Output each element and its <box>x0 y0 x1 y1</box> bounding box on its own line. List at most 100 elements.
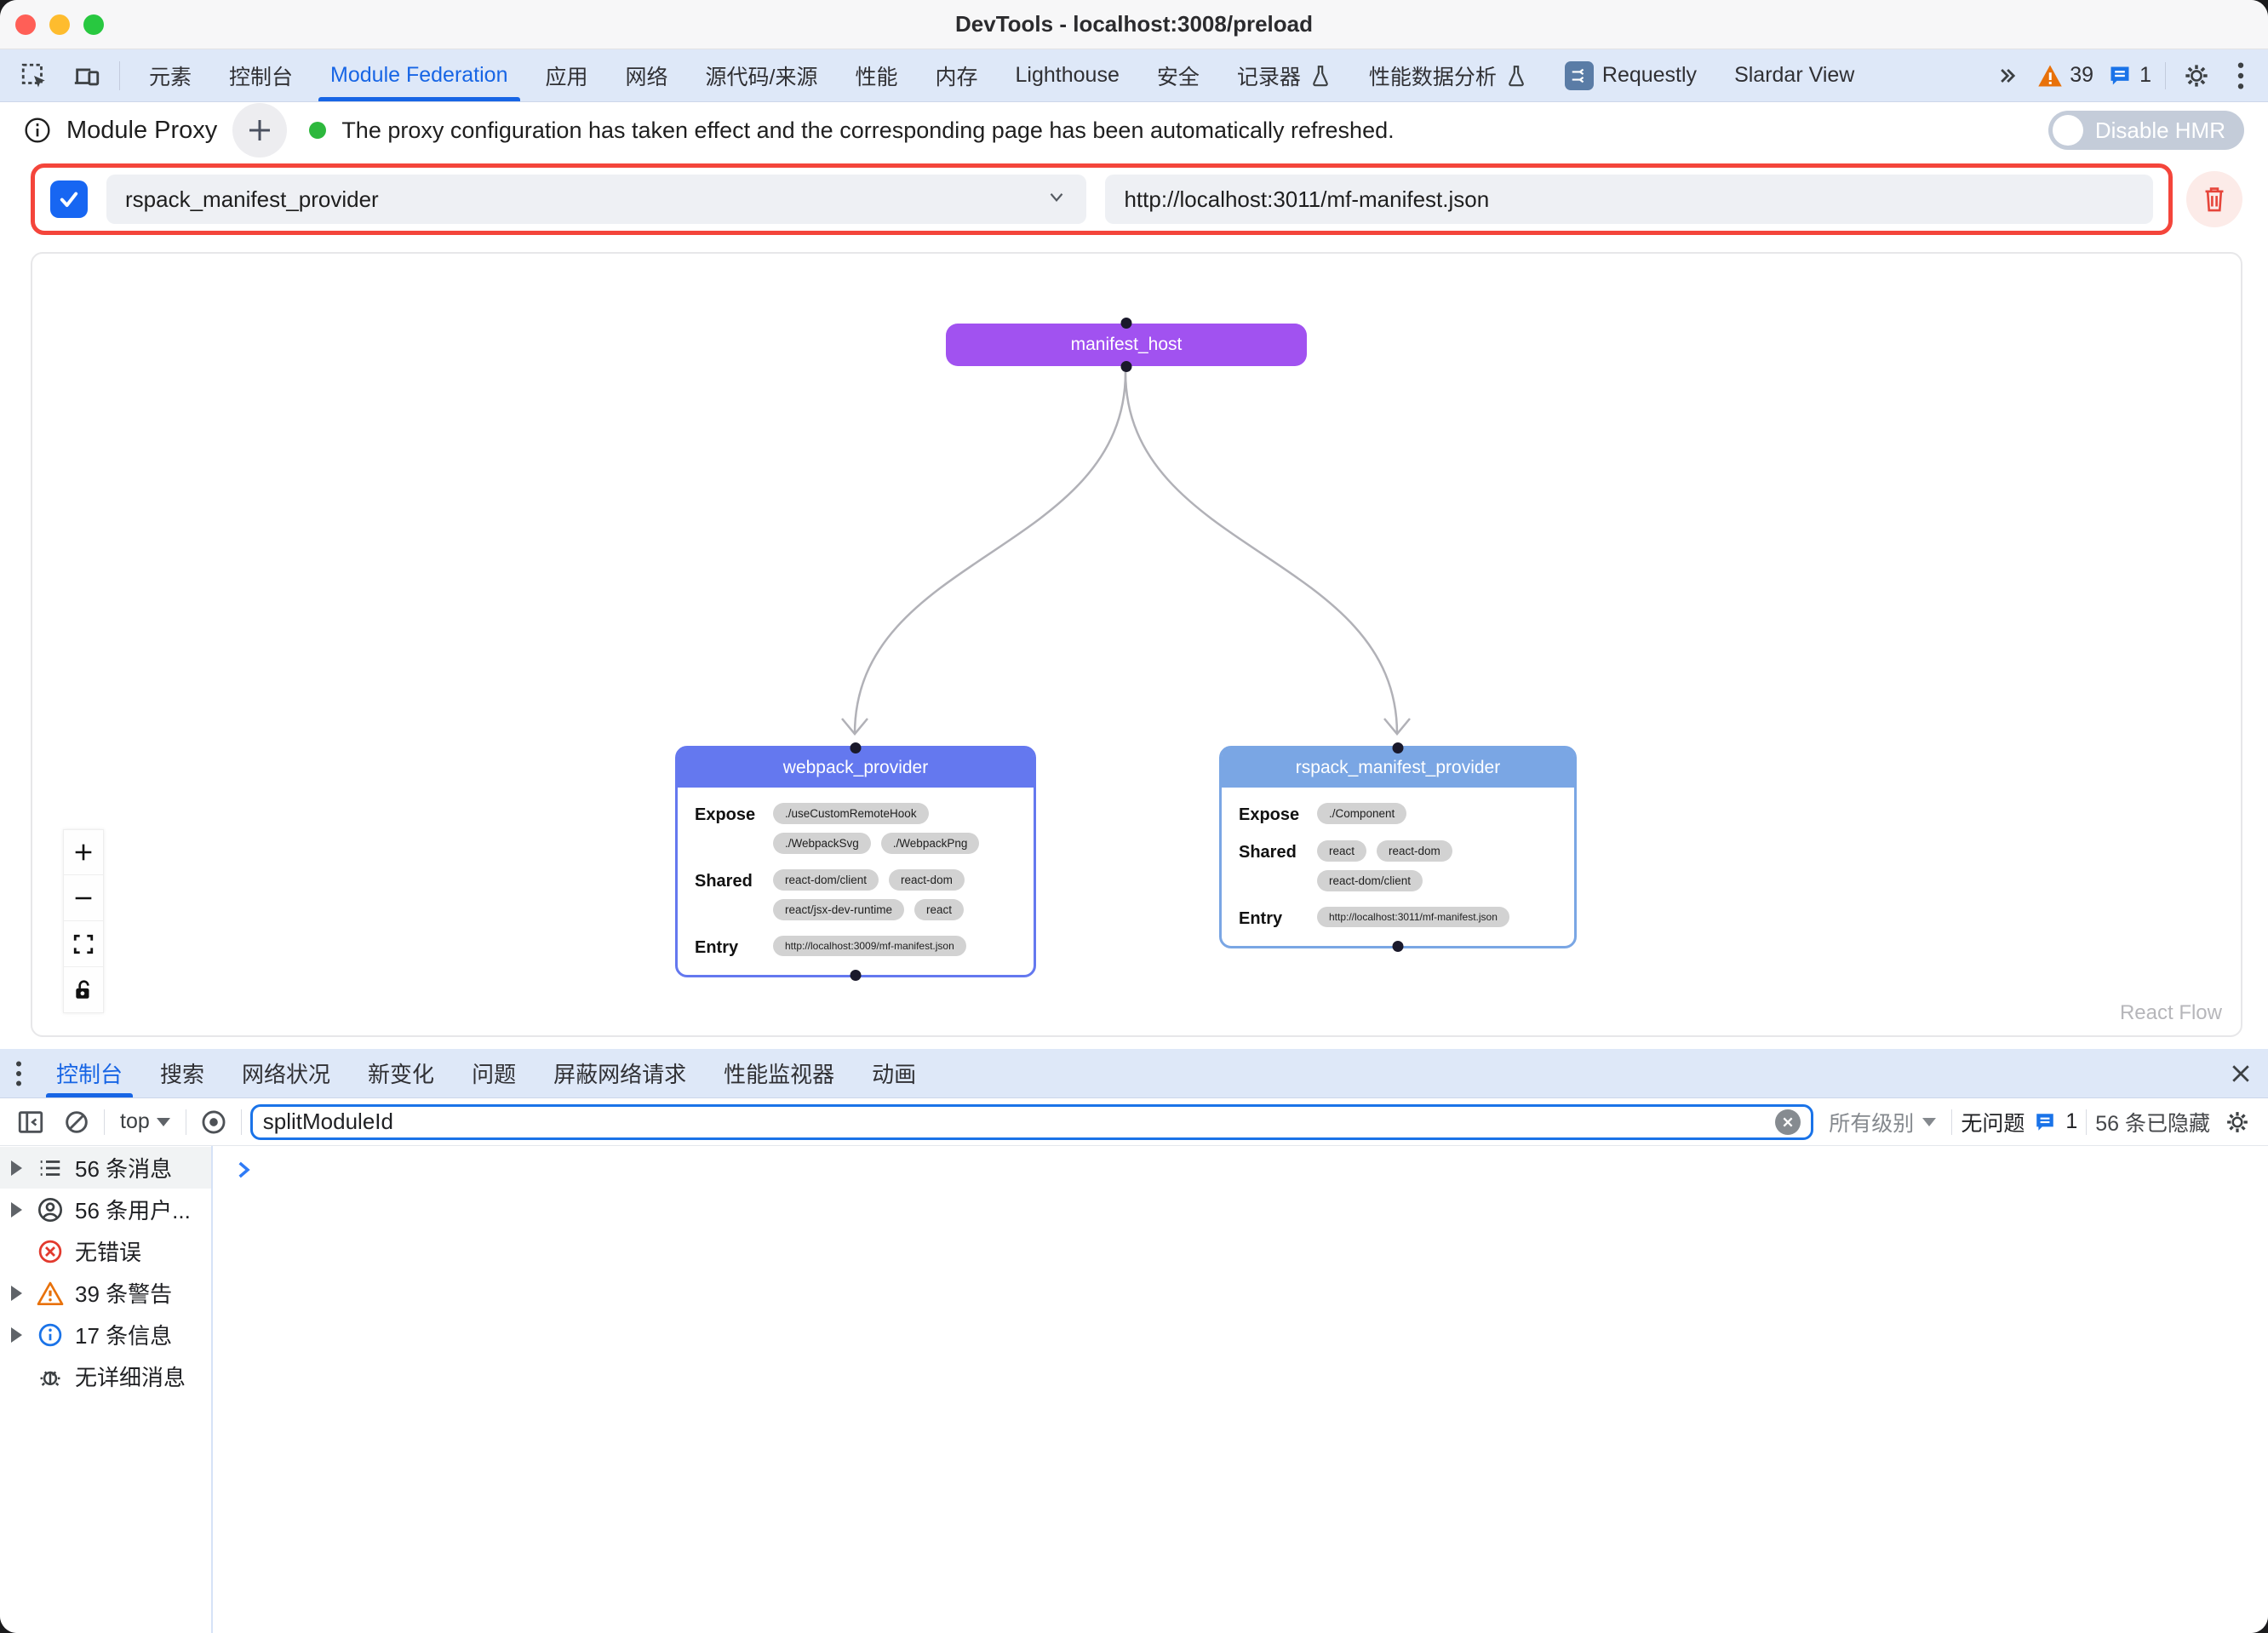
context-selector[interactable]: top <box>113 1109 177 1134</box>
toggle-knob <box>2053 115 2083 146</box>
module-pill[interactable]: ./useCustomRemoteHook <box>773 803 929 824</box>
module-pill[interactable]: react/jsx-dev-runtime <box>773 899 904 920</box>
drawer-close-icon[interactable] <box>2214 1049 2268 1097</box>
tab-应用[interactable]: 应用 <box>527 49 607 101</box>
tab-requestly[interactable]: Requestly <box>1546 49 1715 101</box>
fit-view-button[interactable] <box>63 921 104 967</box>
section-label: Expose <box>1239 803 1317 825</box>
node-webpack-provider[interactable]: webpack_provider Expose./useCustomRemote… <box>675 746 1036 977</box>
expand-triangle-icon[interactable] <box>7 1327 26 1343</box>
kebab-menu-icon[interactable] <box>2227 55 2254 96</box>
disable-hmr-toggle[interactable]: Disable HMR <box>2048 111 2244 150</box>
tab-label: Lighthouse <box>1016 63 1120 88</box>
module-pill[interactable]: ./Component <box>1317 803 1406 824</box>
section-label: Shared <box>1239 840 1317 862</box>
tab-源代码-来源[interactable]: 源代码/来源 <box>687 49 837 101</box>
drawer-tab-搜索[interactable]: 搜索 <box>141 1049 223 1097</box>
message-icon <box>2033 1111 2057 1133</box>
expand-triangle-icon[interactable] <box>7 1286 26 1301</box>
drawer-tab-控制台[interactable]: 控制台 <box>37 1049 141 1097</box>
module-pill[interactable]: ./WebpackSvg <box>773 833 871 854</box>
react-flow-attribution[interactable]: React Flow <box>2120 1001 2222 1025</box>
console-body: 56 条消息 56 条用户...无错误39 条警告17 条信息无详细消息 <box>0 1146 2268 1633</box>
module-pill[interactable]: react-dom/client <box>773 869 879 891</box>
toolbar-divider <box>241 1109 242 1135</box>
console-filter-input[interactable] <box>263 1109 1767 1135</box>
provider-select[interactable]: rspack_manifest_provider <box>106 175 1086 224</box>
sidebar-item-list[interactable]: 56 条消息 <box>0 1147 211 1189</box>
sidebar-item-user[interactable]: 56 条用户... <box>0 1189 211 1230</box>
window-title: DevTools - localhost:3008/preload <box>0 11 2268 37</box>
hidden-messages-count: 56 条已隐藏 <box>2095 1107 2210 1137</box>
node-rspack-manifest-provider[interactable]: rspack_manifest_provider Expose./Compone… <box>1219 746 1577 948</box>
warnings-badge[interactable]: 39 <box>2037 63 2093 88</box>
zoom-in-button[interactable] <box>63 829 104 875</box>
module-pill[interactable]: http://localhost:3011/mf-manifest.json <box>1317 907 1509 927</box>
drawer-tab-动画[interactable]: 动画 <box>853 1049 935 1097</box>
issues-badge[interactable]: 1 <box>2107 63 2151 88</box>
section-label: Shared <box>695 869 773 891</box>
tab-性能数据分析[interactable]: 性能数据分析 <box>1350 49 1546 101</box>
delete-rule-button[interactable] <box>2186 171 2242 227</box>
expand-triangle-icon[interactable] <box>7 1202 26 1218</box>
tab-label: 性能数据分析 <box>1369 60 1497 91</box>
tab-性能[interactable]: 性能 <box>836 49 916 101</box>
live-expression-eye-icon[interactable] <box>195 1103 232 1141</box>
module-pill[interactable]: react <box>914 899 964 920</box>
node-title: rspack_manifest_provider <box>1222 748 1574 788</box>
manifest-url-input[interactable] <box>1105 175 2153 224</box>
sidebar-item-error[interactable]: 无错误 <box>0 1230 211 1272</box>
section-pills: ./Component <box>1317 803 1406 824</box>
lock-button[interactable] <box>63 967 104 1013</box>
clear-console-icon[interactable] <box>58 1103 95 1141</box>
console-main[interactable] <box>213 1146 2268 1633</box>
tab-控制台[interactable]: 控制台 <box>210 49 312 101</box>
rule-enabled-checkbox[interactable] <box>50 180 88 218</box>
log-levels-dropdown[interactable]: 所有级别 <box>1822 1107 1943 1137</box>
drawer-tab-性能监视器[interactable]: 性能监视器 <box>705 1049 853 1097</box>
tab-内存[interactable]: 内存 <box>917 49 997 101</box>
drawer-kebab-menu-icon[interactable] <box>0 1049 37 1097</box>
console-toolbar: top 所有级别 无问题 <box>0 1098 2268 1146</box>
more-tabs-button[interactable] <box>1990 55 2024 96</box>
sidebar-item-bug[interactable]: 无详细消息 <box>0 1355 211 1397</box>
expand-triangle-icon[interactable] <box>7 1160 26 1176</box>
drawer-tab-新变化[interactable]: 新变化 <box>349 1049 453 1097</box>
tab-module-federation[interactable]: Module Federation <box>312 49 526 101</box>
device-toolbar-icon[interactable] <box>65 55 109 96</box>
module-pill[interactable]: react <box>1317 840 1366 862</box>
tab-元素[interactable]: 元素 <box>130 49 210 101</box>
clear-filter-icon[interactable] <box>1775 1109 1801 1135</box>
add-proxy-rule-button[interactable] <box>232 103 287 158</box>
module-pill[interactable]: ./WebpackPng <box>881 833 980 854</box>
sidebar-item-label: 56 条消息 <box>75 1152 172 1183</box>
sidebar-item-info[interactable]: 17 条信息 <box>0 1314 211 1355</box>
drawer-tab-问题[interactable]: 问题 <box>453 1049 535 1097</box>
zoom-out-button[interactable] <box>63 875 104 921</box>
main-tabs: 元素控制台 Module Federation 应用网络源代码/来源性能内存 Ligh… <box>130 49 1873 101</box>
tab-安全[interactable]: 安全 <box>1138 49 1218 101</box>
tab-slardar-view[interactable]: Slardar View <box>1715 49 1873 101</box>
drawer-tab-网络状况[interactable]: 网络状况 <box>223 1049 349 1097</box>
issues-status[interactable]: 无问题 1 <box>1961 1107 2077 1137</box>
tab-网络[interactable]: 网络 <box>607 49 687 101</box>
node-section-entry: Entryhttp://localhost:3009/mf-manifest.j… <box>695 936 1017 958</box>
context-value: top <box>120 1109 150 1134</box>
drawer-tab-屏蔽网络请求[interactable]: 屏蔽网络请求 <box>535 1049 705 1097</box>
console-sidebar-toggle-icon[interactable] <box>12 1103 49 1141</box>
sidebar-item-warning[interactable]: 39 条警告 <box>0 1272 211 1314</box>
module-pill[interactable]: http://localhost:3009/mf-manifest.json <box>773 936 966 956</box>
issues-count: 1 <box>2065 1109 2077 1134</box>
flow-controls <box>63 829 104 1013</box>
tab-label: Module Federation <box>330 63 507 88</box>
tab-记录器[interactable]: 记录器 <box>1218 49 1350 101</box>
module-pill[interactable]: react-dom/client <box>1317 870 1423 891</box>
module-pill[interactable]: react-dom <box>889 869 965 891</box>
module-pill[interactable]: react-dom <box>1377 840 1452 862</box>
inspect-element-icon[interactable] <box>12 55 56 96</box>
settings-gear-icon[interactable] <box>2179 55 2214 96</box>
tab-lighthouse[interactable]: Lighthouse <box>997 49 1138 101</box>
module-graph-panel[interactable]: manifest_host webpack_provider Expose./u… <box>31 252 2242 1037</box>
node-manifest-host[interactable]: manifest_host <box>946 324 1307 366</box>
console-settings-gear-icon[interactable] <box>2219 1103 2256 1141</box>
